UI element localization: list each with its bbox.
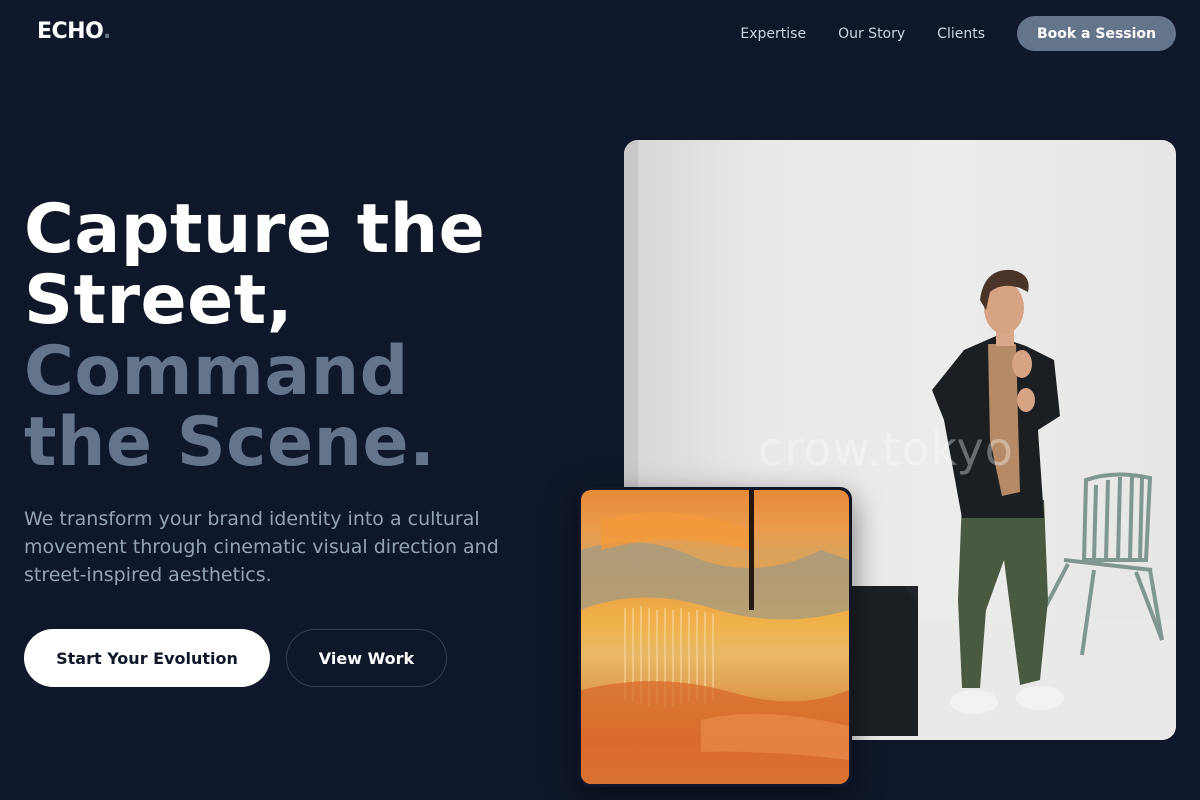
hero-title-line-3: Command: [24, 332, 409, 411]
hero-title-line-4: the Scene.: [24, 403, 436, 482]
photo-watermark: crow.tokyo: [758, 422, 1014, 476]
nav-link-expertise[interactable]: Expertise: [740, 26, 806, 42]
hero-title-line-2: Street,: [24, 261, 294, 340]
start-evolution-button[interactable]: Start Your Evolution: [24, 629, 270, 687]
abstract-painting-texture: [581, 490, 849, 784]
book-session-button[interactable]: Book a Session: [1017, 16, 1176, 51]
hero-title-line-1: Capture the: [24, 190, 486, 269]
abstract-painting: [581, 490, 849, 784]
logo-text: ECHO: [37, 19, 103, 44]
hero-title: Capture the Street, Command the Scene.: [24, 194, 485, 478]
logo[interactable]: ECHO.: [37, 19, 111, 44]
nav-link-our-story[interactable]: Our Story: [838, 26, 905, 42]
nav-link-clients[interactable]: Clients: [937, 26, 985, 42]
view-work-button[interactable]: View Work: [286, 629, 447, 687]
logo-dot: .: [102, 19, 111, 44]
hero-subtitle: We transform your brand identity into a …: [24, 508, 499, 586]
abstract-art-card: [578, 487, 852, 787]
main-nav: Expertise Our Story Clients Book a Sessi…: [740, 16, 1176, 51]
